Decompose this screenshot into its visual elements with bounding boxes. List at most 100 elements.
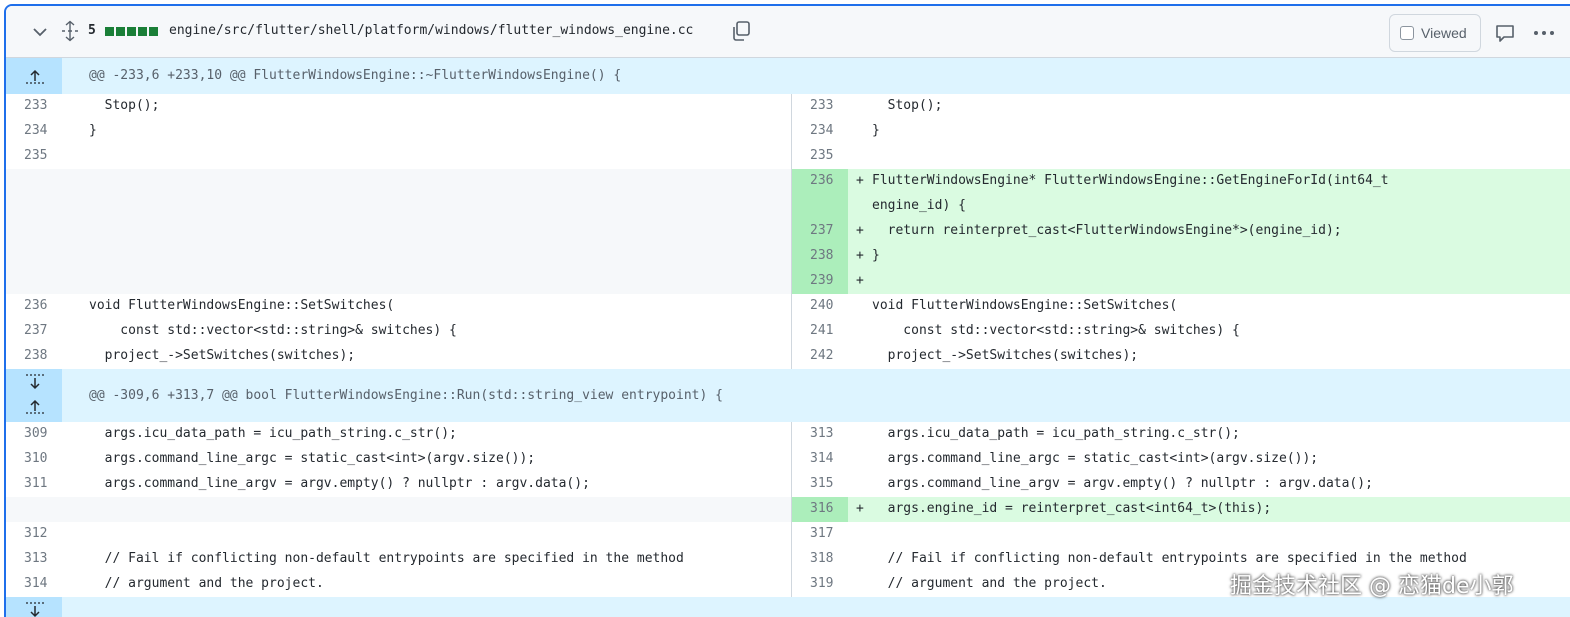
left-line-number[interactable]: 237	[6, 323, 62, 338]
left-code-line: Stop();	[89, 98, 160, 113]
left-code-line: // argument and the project.	[89, 576, 324, 591]
expand-up-icon[interactable]	[24, 397, 46, 415]
right-code-line: args.icu_data_path = icu_path_string.c_s…	[872, 426, 1240, 441]
right-line-number[interactable]: 241	[792, 323, 848, 338]
right-code-line: const std::vector<std::string>& switches…	[872, 323, 1240, 338]
right-line-number[interactable]: 236	[792, 173, 848, 188]
diffstat-block	[127, 27, 136, 36]
right-line-number[interactable]: 319	[792, 576, 848, 591]
left-code-line: args.command_line_argc = static_cast<int…	[89, 451, 536, 466]
diff-row-addition: 236 + FlutterWindowsEngine* FlutterWindo…	[6, 169, 1570, 194]
right-line-number[interactable]: 316	[792, 501, 848, 516]
diff-row-addition-wrap: engine_id) {	[6, 194, 1570, 219]
right-code-line: FlutterWindowsEngine* FlutterWindowsEngi…	[872, 173, 1389, 188]
left-code-line: }	[89, 123, 97, 138]
diffstat-blocks	[105, 27, 158, 36]
left-line-number[interactable]: 234	[6, 123, 62, 138]
right-line-number[interactable]: 238	[792, 248, 848, 263]
diff-file-container: 5 engine/src/flutter/shell/platform/wind…	[4, 4, 1570, 617]
right-line-number[interactable]: 240	[792, 298, 848, 313]
hunk-expander-gutter	[6, 597, 62, 617]
right-code-line: args.command_line_argv = argv.empty() ? …	[872, 476, 1373, 491]
left-line-number[interactable]: 312	[6, 526, 62, 541]
right-code-line: void FlutterWindowsEngine::SetSwitches(	[872, 298, 1178, 313]
viewed-checkbox[interactable]	[1400, 26, 1414, 40]
diff-row: 309 args.icu_data_path = icu_path_string…	[6, 422, 1570, 447]
file-path-link[interactable]: engine/src/flutter/shell/platform/window…	[169, 23, 693, 38]
right-line-number[interactable]: 239	[792, 273, 848, 288]
hunk-expander-gutter	[6, 369, 62, 422]
comment-icon[interactable]	[1494, 22, 1516, 44]
left-line-number[interactable]: 311	[6, 476, 62, 491]
right-code-line: return reinterpret_cast<FlutterWindowsEn…	[872, 223, 1342, 238]
diff-row-addition: 239 +	[6, 269, 1570, 294]
addition-marker: +	[856, 173, 864, 188]
diffstat-block	[105, 27, 114, 36]
hunk-footer	[6, 597, 1570, 617]
left-code-line: const std::vector<std::string>& switches…	[89, 323, 457, 338]
left-line-number[interactable]: 235	[6, 148, 62, 163]
right-line-number[interactable]: 233	[792, 98, 848, 113]
right-line-number[interactable]: 235	[792, 148, 848, 163]
right-code-line: project_->SetSwitches(switches);	[872, 348, 1139, 363]
viewed-button[interactable]: Viewed	[1389, 14, 1481, 52]
right-line-number[interactable]: 242	[792, 348, 848, 363]
hunk-header-text: @@ -309,6 +313,7 @@ bool FlutterWindowsE…	[89, 388, 723, 403]
hunk-expander-gutter	[6, 58, 62, 94]
expand-down-icon[interactable]	[24, 601, 46, 617]
right-line-number[interactable]: 237	[792, 223, 848, 238]
hunk-header-text: @@ -233,6 +233,10 @@ FlutterWindowsEngin…	[89, 68, 622, 83]
left-line-number[interactable]: 236	[6, 298, 62, 313]
copy-icon[interactable]	[730, 20, 752, 42]
change-count: 5	[88, 23, 96, 38]
right-code-line: // argument and the project.	[872, 576, 1107, 591]
right-line-number[interactable]: 314	[792, 451, 848, 466]
addition-marker: +	[856, 501, 864, 516]
expand-up-icon[interactable]	[24, 67, 46, 85]
left-line-number[interactable]: 310	[6, 451, 62, 466]
left-line-number[interactable]: 309	[6, 426, 62, 441]
right-line-number[interactable]: 317	[792, 526, 848, 541]
diff-row: 311 args.command_line_argv = argv.empty(…	[6, 472, 1570, 497]
right-code-line: engine_id) {	[872, 198, 966, 213]
diff-row: 312 317	[6, 522, 1570, 547]
left-line-number[interactable]: 238	[6, 348, 62, 363]
left-code-line: // Fail if conflicting non-default entry…	[89, 551, 684, 566]
right-line-number[interactable]: 234	[792, 123, 848, 138]
expand-down-icon[interactable]	[24, 373, 46, 391]
left-line-number[interactable]: 313	[6, 551, 62, 566]
viewed-label: Viewed	[1421, 25, 1467, 41]
diff-row: 234 } 234 }	[6, 119, 1570, 144]
right-code-line: }	[872, 123, 880, 138]
chevron-down-icon[interactable]	[30, 22, 50, 42]
left-code-line: args.icu_data_path = icu_path_string.c_s…	[89, 426, 457, 441]
unfold-icon[interactable]	[60, 20, 80, 42]
diff-row-addition: 316 + args.engine_id = reinterpret_cast<…	[6, 497, 1570, 522]
right-code-line: args.engine_id = reinterpret_cast<int64_…	[872, 501, 1272, 516]
kebab-horizontal-icon[interactable]	[1532, 22, 1556, 44]
diff-row: 235 235	[6, 144, 1570, 169]
diff-row: 238 project_->SetSwitches(switches); 242…	[6, 344, 1570, 369]
right-line-number[interactable]: 318	[792, 551, 848, 566]
right-line-number[interactable]: 315	[792, 476, 848, 491]
diff-row: 237 const std::vector<std::string>& swit…	[6, 319, 1570, 344]
left-line-number[interactable]: 314	[6, 576, 62, 591]
left-line-number[interactable]: 233	[6, 98, 62, 113]
addition-marker: +	[856, 223, 864, 238]
diff-row-addition: 238 + }	[6, 244, 1570, 269]
diff-row: 233 Stop(); 233 Stop();	[6, 94, 1570, 119]
diffstat-block	[149, 27, 158, 36]
diff-row: 310 args.command_line_argc = static_cast…	[6, 447, 1570, 472]
diffstat-block	[138, 27, 147, 36]
hunk-header: @@ -233,6 +233,10 @@ FlutterWindowsEngin…	[6, 58, 1570, 94]
diff-row: 236 void FlutterWindowsEngine::SetSwitch…	[6, 294, 1570, 319]
diff-row-addition: 237 + return reinterpret_cast<FlutterWin…	[6, 219, 1570, 244]
file-header: 5 engine/src/flutter/shell/platform/wind…	[6, 6, 1570, 58]
right-code-line: args.command_line_argc = static_cast<int…	[872, 451, 1319, 466]
addition-marker: +	[856, 273, 864, 288]
hunk-header: @@ -309,6 +313,7 @@ bool FlutterWindowsE…	[6, 369, 1570, 422]
right-line-number[interactable]: 313	[792, 426, 848, 441]
left-code-line: void FlutterWindowsEngine::SetSwitches(	[89, 298, 395, 313]
left-code-line: args.command_line_argv = argv.empty() ? …	[89, 476, 590, 491]
left-code-line: project_->SetSwitches(switches);	[89, 348, 356, 363]
